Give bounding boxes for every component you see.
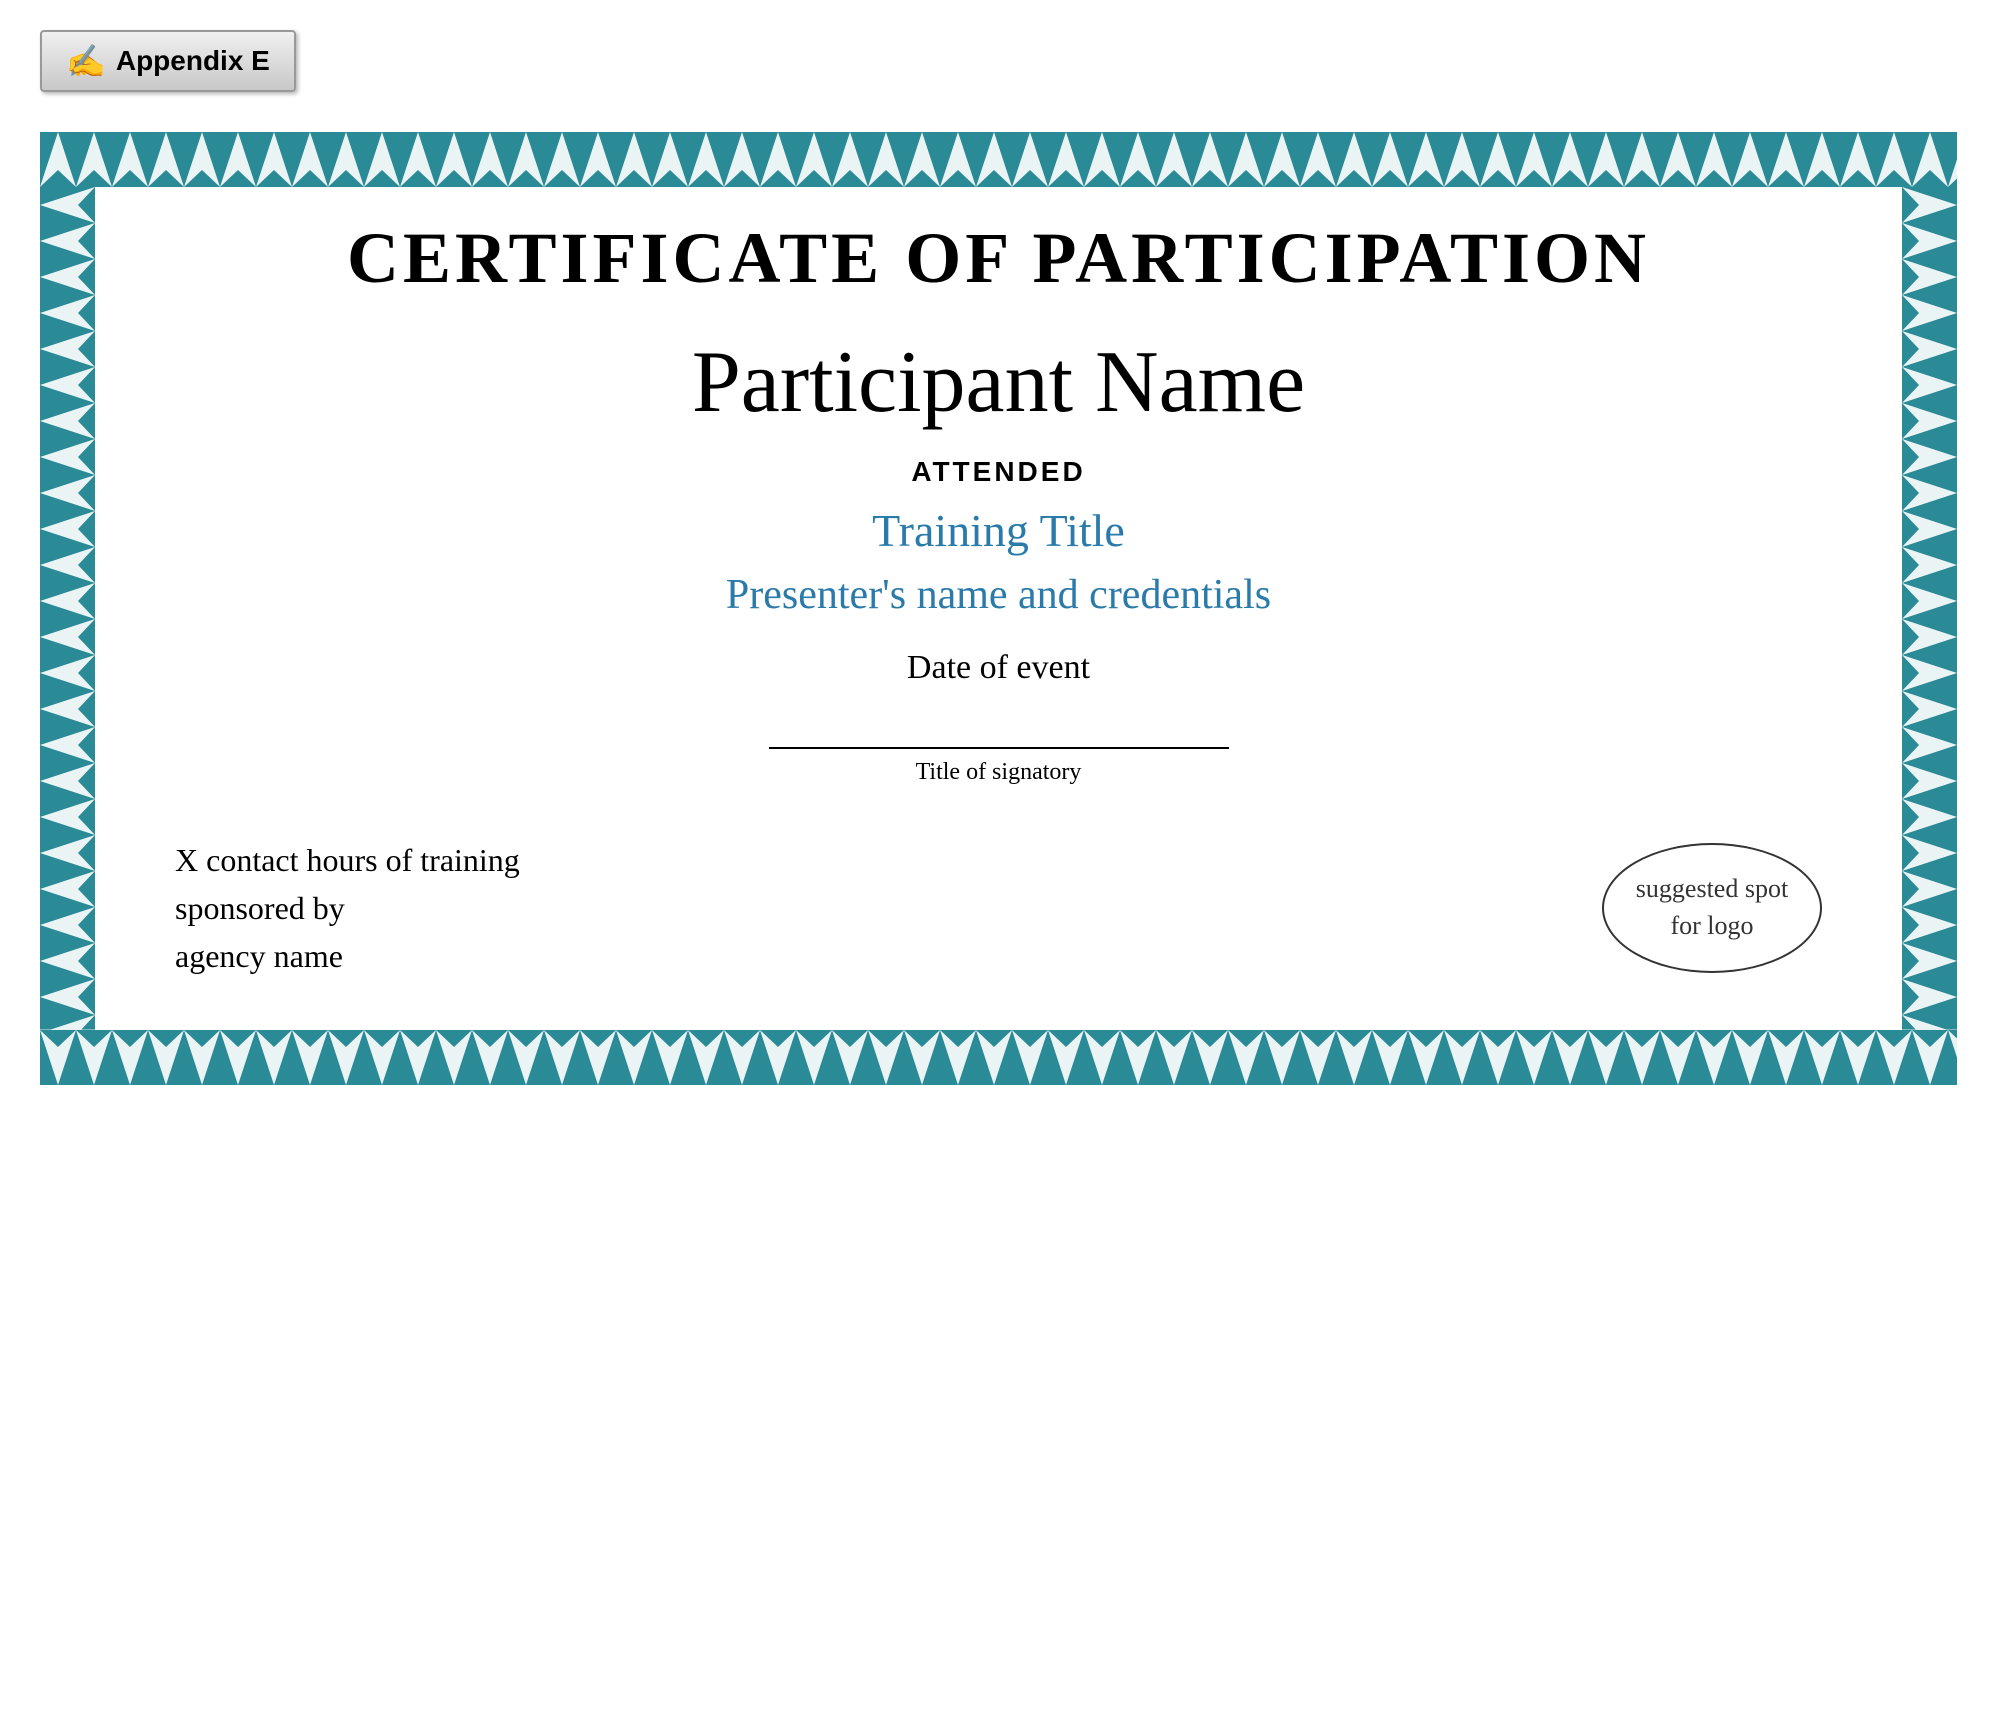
attended-label: ATTENDED	[155, 456, 1842, 488]
bottom-section: X contact hours of training sponsored by…	[155, 836, 1842, 980]
training-title: Training Title	[155, 504, 1842, 557]
signature-label: Title of signatory	[916, 759, 1082, 786]
top-border	[40, 132, 1957, 187]
right-border	[1902, 187, 1957, 1030]
right-border-svg	[1902, 187, 1957, 1030]
date-of-event: Date of event	[155, 649, 1842, 687]
appendix-button[interactable]: ✍ Appendix E	[40, 30, 296, 92]
bottom-border	[40, 1030, 1957, 1085]
contact-hours: X contact hours of training sponsored by…	[175, 836, 520, 980]
certificate-container: Certificate of Participation Participant…	[40, 132, 1957, 1085]
signature-area: Title of signatory	[155, 747, 1842, 786]
signature-line	[769, 747, 1229, 749]
presenter-name: Presenter's name and credentials	[155, 571, 1842, 619]
logo-spot: suggested spot for logo	[1602, 843, 1822, 973]
participant-name: Participant Name	[155, 330, 1842, 436]
handwriting-icon: ✍	[66, 42, 106, 80]
certificate-title: Certificate of Participation	[155, 217, 1842, 300]
left-border-svg	[40, 187, 95, 1030]
left-border	[40, 187, 95, 1030]
appendix-label: Appendix E	[116, 45, 270, 77]
certificate-content: Certificate of Participation Participant…	[95, 187, 1902, 1030]
certificate-body: Certificate of Participation Participant…	[40, 187, 1957, 1030]
logo-text: suggested spot for logo	[1636, 871, 1788, 944]
